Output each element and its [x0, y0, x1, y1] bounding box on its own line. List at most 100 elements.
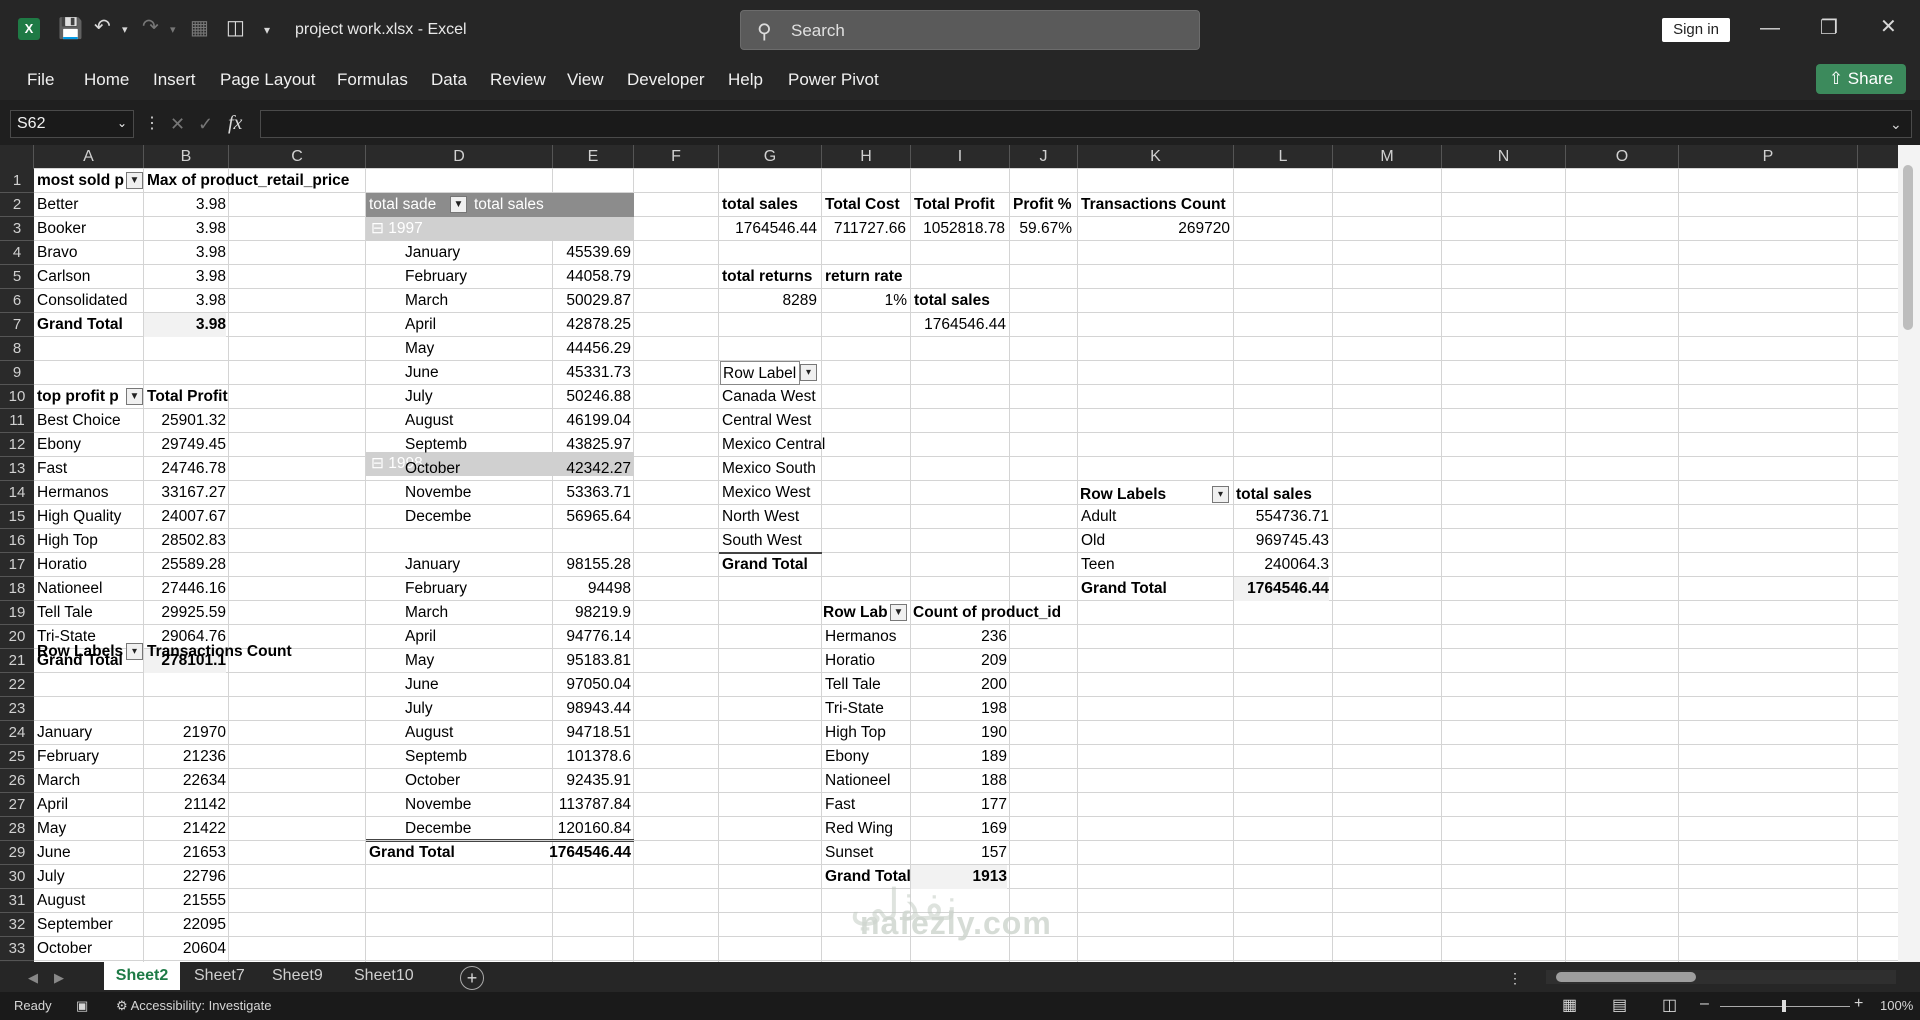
table-row-value[interactable]: 25589.28: [144, 553, 226, 577]
column-header[interactable]: H: [822, 145, 911, 169]
row-header[interactable]: 6: [0, 289, 34, 313]
table-row-label[interactable]: March: [405, 601, 473, 625]
sheet-tab[interactable]: Sheet7: [194, 962, 245, 990]
table-row-label[interactable]: Adult: [1081, 505, 1201, 529]
sheet-tab-active[interactable]: Sheet2: [104, 962, 180, 990]
table-row-label[interactable]: North West: [722, 505, 832, 529]
row-header[interactable]: 1: [0, 169, 34, 193]
table-row-label[interactable]: High Top: [37, 529, 142, 553]
table-row-label[interactable]: Carlson: [37, 265, 142, 289]
tab-formulas[interactable]: Formulas: [337, 70, 408, 90]
row-header[interactable]: 28: [0, 817, 34, 841]
tab-page-layout[interactable]: Page Layout: [220, 70, 315, 90]
table-row-label[interactable]: High Quality: [37, 505, 142, 529]
table-row-label[interactable]: Better: [37, 193, 142, 217]
page-layout-view-icon[interactable]: ▤: [1612, 995, 1627, 1015]
scroll-left-icon[interactable]: ◀: [28, 968, 38, 988]
row-header[interactable]: 4: [0, 241, 34, 265]
customize-qat-icon[interactable]: ▾: [264, 20, 270, 40]
table-row-label[interactable]: August: [37, 889, 142, 913]
kpi-value[interactable]: 59.67%: [1010, 217, 1072, 241]
table-row-value[interactable]: 240064.3: [1234, 553, 1329, 577]
kpi-header[interactable]: total sales: [914, 289, 1010, 313]
table-row-value[interactable]: 98219.9: [474, 601, 631, 625]
tab-developer[interactable]: Developer: [627, 70, 705, 90]
table-row-label[interactable]: April: [405, 625, 473, 649]
row-header[interactable]: 17: [0, 553, 34, 577]
table-row-value[interactable]: 554736.71: [1234, 505, 1329, 529]
column-header[interactable]: C: [229, 145, 366, 169]
table-row-value[interactable]: 21422: [144, 817, 226, 841]
table-row-label[interactable]: February: [37, 745, 142, 769]
row-header[interactable]: 23: [0, 697, 34, 721]
row-header[interactable]: 18: [0, 577, 34, 601]
kpi-header[interactable]: return rate: [825, 265, 911, 289]
column-header[interactable]: P: [1679, 145, 1858, 169]
table-row-label[interactable]: Horatio: [37, 553, 142, 577]
row-header[interactable]: 11: [0, 409, 34, 433]
table-row-value[interactable]: 209: [911, 649, 1007, 673]
table-row-value[interactable]: 177: [911, 793, 1007, 817]
sheet-tab[interactable]: Sheet10: [354, 962, 414, 990]
row-header[interactable]: 30: [0, 865, 34, 889]
expand-formula-bar-icon[interactable]: ⌄: [1890, 114, 1902, 134]
table-row-label[interactable]: October: [405, 769, 473, 793]
name-box[interactable]: S62 ⌄: [10, 110, 134, 138]
table-row-value[interactable]: 21970: [144, 721, 226, 745]
kpi-value[interactable]: 711727.66: [822, 217, 906, 241]
form-icon[interactable]: ▦: [190, 18, 209, 38]
insert-function-icon[interactable]: fx: [228, 113, 242, 133]
table-row-label[interactable]: Sunset: [825, 841, 910, 865]
row-header[interactable]: 27: [0, 793, 34, 817]
row-header[interactable]: 10: [0, 385, 34, 409]
sheet-tab[interactable]: Sheet9: [272, 962, 323, 990]
table-row-value[interactable]: 97050.04: [474, 673, 631, 697]
table-row-label[interactable]: August: [405, 721, 473, 745]
grand-total-value[interactable]: 3.98: [144, 313, 226, 337]
zoom-in-icon[interactable]: +: [1854, 995, 1863, 1013]
table-row-value[interactable]: 3.98: [144, 217, 226, 241]
table-row-value[interactable]: 98155.28: [474, 553, 631, 577]
row-header[interactable]: 14: [0, 481, 34, 505]
table-row-value[interactable]: 22634: [144, 769, 226, 793]
kpi-value[interactable]: 269720: [1078, 217, 1230, 241]
table-row-label[interactable]: Central West: [722, 409, 832, 433]
search-box[interactable]: ⚲ Search: [740, 10, 1200, 50]
table-row-value[interactable]: 236: [911, 625, 1007, 649]
grand-total-label[interactable]: Grand Total: [1081, 577, 1231, 601]
table-row-value[interactable]: 22095: [144, 913, 226, 937]
row-header[interactable]: 13: [0, 457, 34, 481]
table-row-value[interactable]: 3.98: [144, 193, 226, 217]
table-row-label[interactable]: Teen: [1081, 553, 1201, 577]
column-header[interactable]: N: [1442, 145, 1566, 169]
table-row-value[interactable]: 21236: [144, 745, 226, 769]
row-header[interactable]: 19: [0, 601, 34, 625]
zoom-level[interactable]: 100%: [1880, 998, 1913, 1013]
row-header[interactable]: 31: [0, 889, 34, 913]
table-row-label[interactable]: July: [37, 865, 142, 889]
table-row-label[interactable]: October: [37, 937, 142, 961]
dropdown-icon[interactable]: ▾: [800, 364, 817, 381]
column-header[interactable]: O: [1566, 145, 1679, 169]
row-header[interactable]: 15: [0, 505, 34, 529]
table-row-label[interactable]: September: [37, 913, 142, 937]
row-header[interactable]: 16: [0, 529, 34, 553]
table-row-value[interactable]: 50029.87: [474, 289, 631, 313]
filter-icon[interactable]: ▼: [890, 604, 907, 621]
table-row-value[interactable]: 95183.81: [474, 649, 631, 673]
row-header[interactable]: 8: [0, 337, 34, 361]
macro-record-icon[interactable]: ▣: [76, 998, 88, 1014]
table-row-value[interactable]: 56965.64: [474, 505, 631, 529]
table-row-label[interactable]: January: [37, 721, 142, 745]
table-row-label[interactable]: Consolidated: [37, 289, 142, 313]
table-row-label[interactable]: May: [405, 649, 473, 673]
table-row-label[interactable]: January: [405, 553, 473, 577]
table-row-label[interactable]: April: [37, 793, 142, 817]
row-header[interactable]: 25: [0, 745, 34, 769]
table-row-label[interactable]: Novembe: [405, 481, 473, 505]
kpi-value[interactable]: 8289: [719, 289, 817, 313]
table-row-label[interactable]: Septemb: [405, 433, 473, 457]
table-row-label[interactable]: August: [405, 409, 473, 433]
table-row-label[interactable]: Bravo: [37, 241, 142, 265]
table-row-value[interactable]: 3.98: [144, 289, 226, 313]
